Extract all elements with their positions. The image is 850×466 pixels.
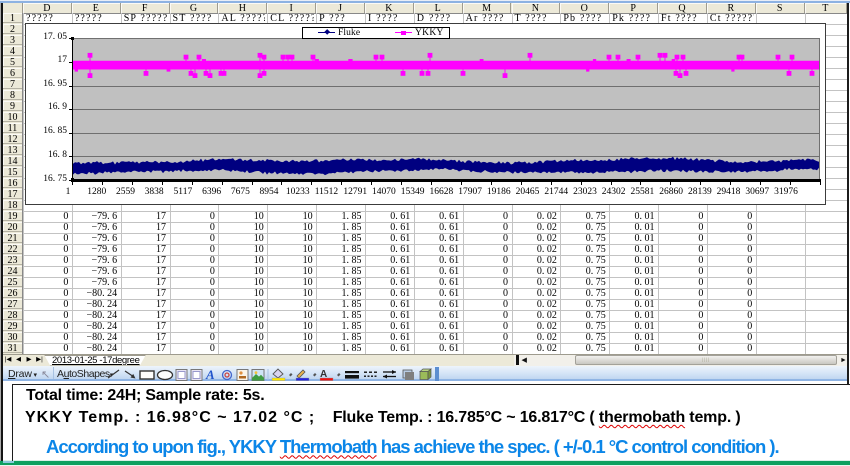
svg-text:A: A xyxy=(205,367,215,381)
